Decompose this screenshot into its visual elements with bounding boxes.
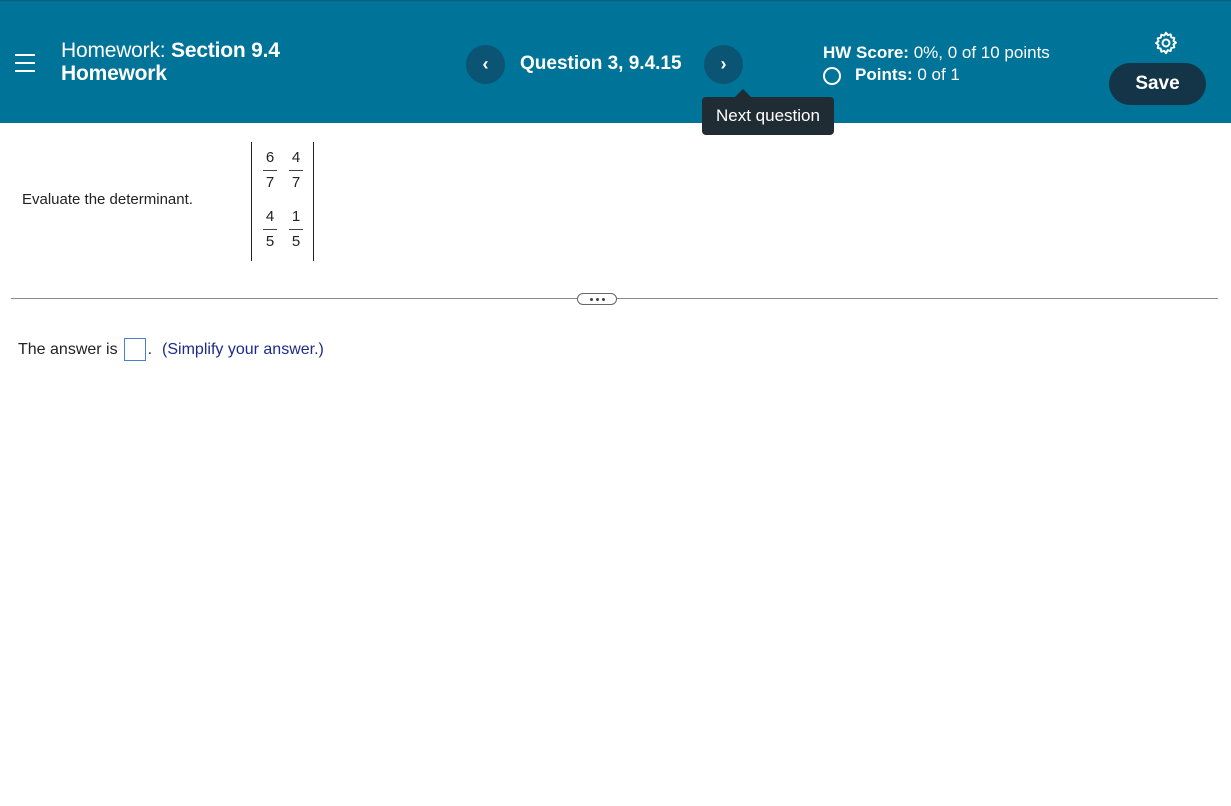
matrix-entry-r2c2: 15 [289, 208, 303, 250]
determinant-matrix: 67 47 45 15 [251, 142, 314, 261]
homework-prefix: Homework: [61, 39, 166, 62]
answer-hint: (Simplify your answer.) [162, 340, 324, 358]
hw-score-value: 0%, 0 of 10 points [913, 43, 1050, 62]
homework-title-line2: Homework [61, 62, 167, 85]
score-panel: HW Score: 0%, 0 of 10 points Points: 0 o… [823, 42, 1050, 86]
matrix-entry-r1c1: 67 [263, 149, 277, 191]
matrix-entry-r1c2: 47 [289, 149, 303, 191]
answer-input[interactable] [123, 338, 146, 361]
points-status-circle-icon [823, 67, 841, 85]
homework-section: Section 9.4 [171, 39, 280, 62]
chevron-right-icon: › [720, 54, 727, 74]
next-question-button[interactable]: › [704, 45, 743, 84]
hw-score-label: HW Score: [823, 43, 909, 62]
save-button[interactable]: Save [1109, 63, 1206, 105]
chevron-left-icon: ‹ [482, 54, 489, 74]
divider-resize-handle[interactable] [577, 293, 617, 305]
question-label: Question 3, 9.4.15 [520, 53, 682, 74]
answer-line: The answer is . (Simplify your answer.) [18, 338, 324, 361]
answer-lead-text: The answer is [18, 340, 118, 358]
answer-period: . [147, 340, 153, 358]
top-bar: Homework: Section 9.4 Homework ‹ Questio… [0, 0, 1231, 123]
points-value: 0 of 1 [917, 65, 960, 84]
points-label: Points: [855, 65, 913, 84]
question-prompt: Evaluate the determinant. [22, 191, 193, 208]
matrix-entry-r2c1: 45 [263, 208, 277, 250]
hamburger-menu-icon[interactable] [10, 49, 40, 77]
homework-title: Homework: Section 9.4 Homework [61, 39, 280, 85]
previous-question-button[interactable]: ‹ [466, 45, 505, 84]
gear-icon[interactable] [1153, 30, 1179, 56]
next-question-tooltip: Next question [702, 89, 834, 135]
